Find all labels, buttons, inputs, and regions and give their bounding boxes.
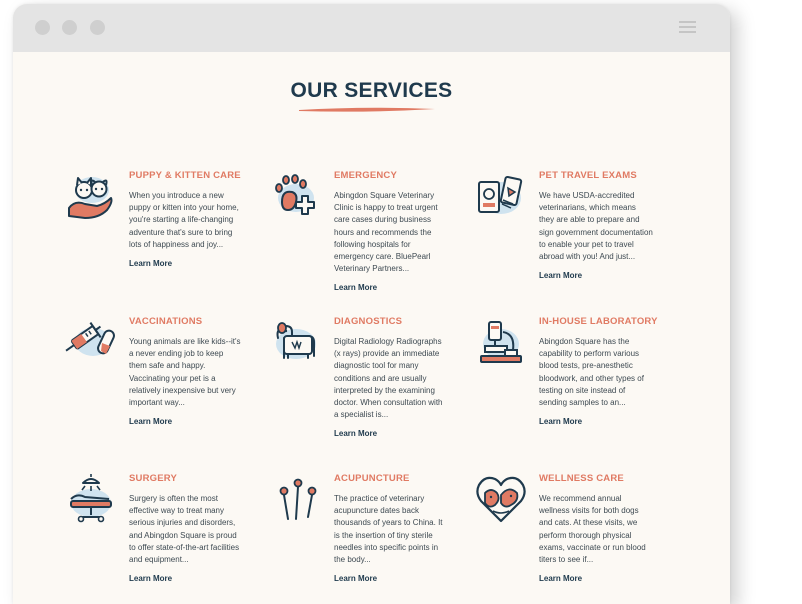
learn-more-link[interactable]: Learn More bbox=[129, 417, 172, 426]
service-title: IN-HOUSE LABORATORY bbox=[539, 316, 658, 327]
syringe-pill-icon bbox=[65, 322, 115, 356]
window-maximize-dot[interactable] bbox=[90, 20, 105, 35]
pets-heart-icon bbox=[476, 476, 526, 523]
service-description: Abingdon Square Veterinary Clinic is hap… bbox=[334, 191, 438, 274]
service-title: EMERGENCY bbox=[334, 170, 398, 181]
learn-more-link[interactable]: Learn More bbox=[334, 283, 377, 292]
service-title: WELLNESS CARE bbox=[539, 473, 624, 484]
service-title: ACUPUNCTURE bbox=[334, 473, 410, 484]
paw-plus-icon bbox=[275, 174, 315, 215]
pet-in-hand-icon bbox=[68, 177, 113, 219]
service-title: SURGERY bbox=[129, 473, 178, 484]
service-description: Digital Radiology Radiographs (x rays) p… bbox=[334, 337, 443, 420]
service-description: When you introduce a new puppy or kitten… bbox=[129, 191, 239, 249]
learn-more-link[interactable]: Learn More bbox=[129, 574, 172, 583]
title-underline bbox=[299, 107, 435, 112]
service-description: Abingdon Square has the capability to pe… bbox=[539, 337, 644, 408]
service-title: VACCINATIONS bbox=[129, 316, 203, 327]
needles-icon bbox=[279, 478, 317, 520]
dog-xray-icon bbox=[276, 322, 316, 359]
service-description: Young animals are like kids--it's a neve… bbox=[129, 337, 241, 408]
microscope-icon bbox=[480, 321, 522, 363]
learn-more-link[interactable]: Learn More bbox=[334, 429, 377, 438]
service-description: We recommend annual wellness visits for … bbox=[539, 494, 646, 565]
learn-more-link[interactable]: Learn More bbox=[539, 271, 582, 280]
passport-ticket-icon bbox=[478, 175, 523, 214]
service-title: PET TRAVEL EXAMS bbox=[539, 170, 637, 181]
surgery-table-icon bbox=[70, 474, 112, 523]
learn-more-link[interactable]: Learn More bbox=[539, 417, 582, 426]
service-description: We have USDA-accredited veterinarians, w… bbox=[539, 191, 653, 262]
service-title: DIAGNOSTICS bbox=[334, 316, 403, 327]
service-title: PUPPY & KITTEN CARE bbox=[129, 170, 241, 181]
learn-more-link[interactable]: Learn More bbox=[334, 574, 377, 583]
service-description: The practice of veterinary acupuncture d… bbox=[334, 494, 443, 565]
service-description: Surgery is often the most effective way … bbox=[129, 494, 240, 565]
browser-window: OUR SERVICES PUPPY & KITTEN CARE When yo… bbox=[13, 4, 730, 604]
section-title: OUR SERVICES bbox=[290, 79, 453, 102]
learn-more-link[interactable]: Learn More bbox=[539, 574, 582, 583]
window-minimize-dot[interactable] bbox=[62, 20, 77, 35]
hamburger-menu-icon[interactable] bbox=[679, 21, 696, 35]
learn-more-link[interactable]: Learn More bbox=[129, 259, 172, 268]
window-titlebar bbox=[13, 4, 730, 52]
window-close-dot[interactable] bbox=[35, 20, 50, 35]
